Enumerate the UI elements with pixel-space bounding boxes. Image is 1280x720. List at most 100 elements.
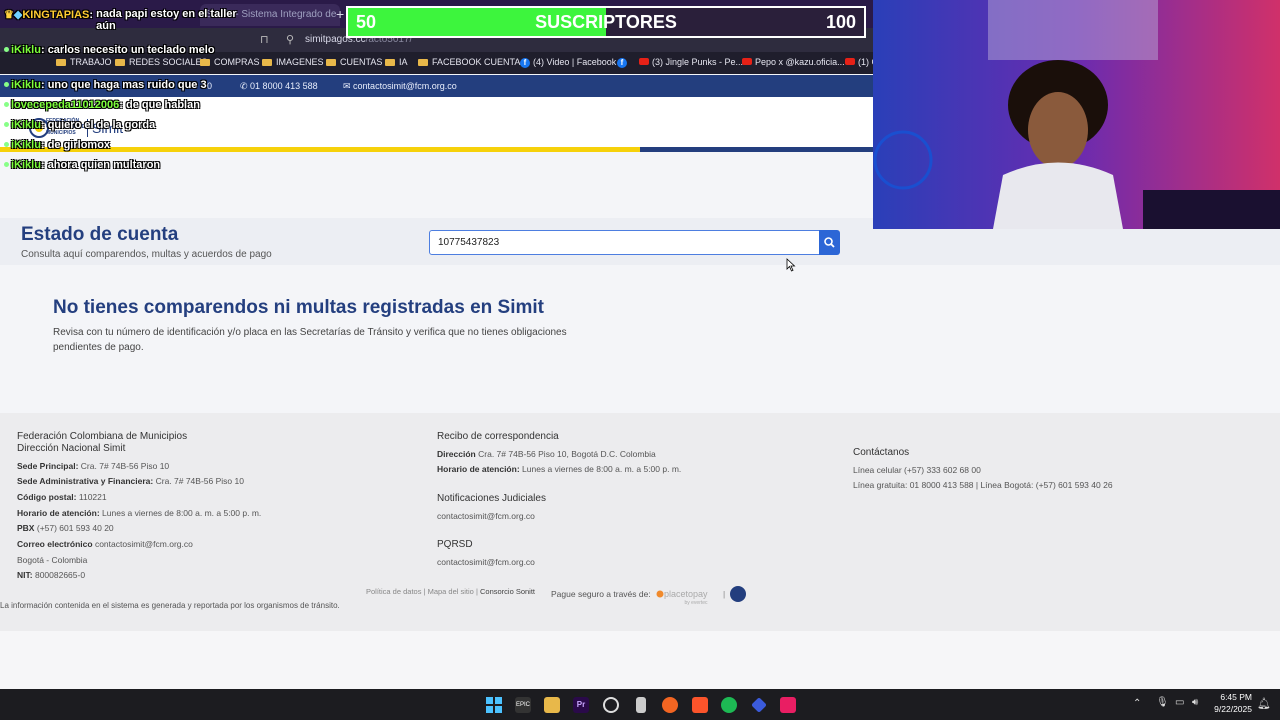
taskbar: EPIC Pr ⌃ 🎙︎ ▭ 🔊︎ 6:45 PM 9/22/2025 🔔︎ [0, 689, 1280, 720]
footer-org-title: Federación Colombiana de Municipios [17, 431, 188, 442]
subscriber-goal-label: SUSCRIPTORES [535, 12, 677, 32]
obs-icon[interactable] [603, 697, 619, 713]
subscriber-goal-max: 100 [825, 12, 856, 32]
folder-icon [326, 59, 336, 66]
crown-icon: ♛ [4, 9, 14, 21]
footer-notificaciones-email[interactable]: contactosimit@fcm.org.co [437, 511, 535, 521]
badge-icon [4, 122, 9, 127]
file-explorer-icon[interactable] [544, 697, 560, 713]
search-button[interactable] [819, 230, 840, 255]
webcam-overlay [873, 0, 1280, 229]
new-tab-icon[interactable]: + [336, 6, 344, 22]
email-link[interactable]: ✉ contactosimit@fcm.org.co [343, 81, 457, 92]
chat-message: iKiklu: ahora quien multaron [4, 159, 160, 171]
folder-icon [262, 59, 272, 66]
brave-browser-icon[interactable] [692, 697, 708, 713]
folder-icon [385, 59, 395, 66]
chat-message: iKiklu: uno que haga mas ruido que 3 [4, 79, 207, 91]
footer-pqrsd-email[interactable]: contactosimit@fcm.org.co [437, 557, 535, 567]
footer-linea-celular: Línea celular (+57) 333 602 68 00 [853, 465, 981, 475]
bookmark-jingle[interactable]: (3) Jingle Punks - Pe... [639, 57, 743, 67]
bookmark-cuentas[interactable]: CUENTAS [326, 57, 382, 67]
notification-bell-icon[interactable]: 🔔︎ [1257, 697, 1271, 710]
notepad-icon[interactable] [636, 697, 646, 713]
site-footer: Federación Colombiana de Municipios Dire… [0, 413, 1280, 631]
site-info-icon[interactable]: ⚲ [286, 33, 294, 46]
badge-icon [4, 162, 9, 167]
page-subtitle: Consulta aquí comparendos, multas y acue… [21, 249, 272, 260]
badge-icon [4, 142, 9, 147]
secure-badge-icon [730, 586, 746, 602]
app-diamond-icon[interactable] [751, 697, 767, 713]
volume-icon[interactable]: 🔊︎ [1192, 697, 1198, 708]
bookmark-facebook[interactable]: f [617, 57, 630, 68]
footer-horario: Horario de atención: Lunes a viernes de … [17, 508, 262, 518]
footer-pbx: PBX (+57) 601 593 40 20 [17, 523, 114, 533]
footer-direccion: Dirección Cra. 7# 74B-56 Piso 10, Bogotá… [437, 449, 656, 459]
folder-icon [200, 59, 210, 66]
folder-icon [56, 59, 66, 66]
subscriber-goal-current: 50 [356, 12, 377, 32]
search-input[interactable] [429, 230, 821, 255]
tiktok-icon[interactable] [780, 697, 796, 713]
network-icon[interactable]: ▭ [1175, 697, 1184, 708]
footer-notificaciones-title: Notificaciones Judiciales [437, 493, 546, 504]
folder-icon [115, 59, 125, 66]
link-politica-datos[interactable]: Política de datos [366, 587, 421, 596]
phone-link[interactable]: ✆ 01 8000 413 588 [240, 81, 318, 92]
placetopay-icon [656, 590, 664, 598]
bookmark-icon[interactable]: ⊓ [260, 33, 269, 46]
bookmark-imagenes[interactable]: IMAGENES [262, 57, 324, 67]
windows-start-icon[interactable] [486, 697, 502, 713]
footer-nit: NIT: 800082665-0 [17, 570, 86, 580]
bookmark-trabajo[interactable]: TRABAJO [56, 57, 112, 67]
subscriber-goal-bar: SUSCRIPTORES 50 100 [346, 6, 866, 38]
page-title: Estado de cuenta [21, 224, 179, 245]
footer-city: Bogotá - Colombia [17, 555, 88, 565]
footer-org-subtitle: Dirección Nacional Simit [17, 443, 126, 454]
footer-contactanos-title: Contáctanos [853, 447, 910, 458]
placetopay-logo[interactable]: placetopay by evertec [656, 584, 708, 606]
footer-sede-admin: Sede Administrativa y Financiera: Cra. 7… [17, 476, 244, 486]
header-stripe [0, 147, 873, 152]
result-message: Revisa con tu número de identificación y… [53, 327, 567, 353]
phone-icon: ✆ [240, 81, 251, 91]
search-icon [824, 237, 835, 248]
bookmark-fb-video[interactable]: f (4) Video | Facebook [520, 57, 616, 68]
footer-links: Política de datos | Mapa del sitio | Con… [366, 587, 536, 596]
footer-col2-horario: Horario de atención: Lunes a viernes de … [437, 464, 682, 474]
app-orange-icon[interactable] [662, 697, 678, 713]
mail-icon: ✉ [343, 81, 354, 91]
bookmark-ia[interactable]: IA [385, 57, 408, 67]
footer-codigo-postal: Código postal: 110221 [17, 492, 107, 502]
bookmark-compras[interactable]: COMPRAS [200, 57, 260, 67]
mouse-cursor-icon [786, 258, 796, 272]
link-mapa-sitio[interactable]: Mapa del sitio [428, 587, 474, 596]
badge-icon [4, 47, 9, 52]
bookmark-facebook-cuenta[interactable]: FACEBOOK CUENTA... [418, 57, 528, 67]
footer-pago-label: Pague seguro a través de: [551, 589, 651, 599]
premiere-icon[interactable]: Pr [573, 697, 589, 713]
footer-linea-gratuita: Línea gratuita: 01 8000 413 588 | Línea … [853, 480, 1113, 490]
footer-correo: Correo electrónico contactosimit@fcm.org… [17, 539, 193, 549]
link-consorcio[interactable]: Consorcio Sonitt [480, 587, 535, 596]
youtube-icon [639, 58, 649, 65]
clock-time[interactable]: 6:45 PM [1220, 692, 1252, 702]
microphone-icon[interactable]: 🎙︎ [1156, 697, 1169, 708]
chat-message: iKiklu: de girlomox [4, 139, 110, 151]
streamer-webcam-image [873, 0, 1280, 229]
badge-icon [4, 102, 9, 107]
chevron-up-icon[interactable]: ⌃ [1133, 698, 1141, 709]
bookmark-redes[interactable]: REDES SOCIALES [115, 57, 208, 67]
footer-disclaimer: La información contenida en el sistema e… [0, 601, 340, 610]
epic-games-icon[interactable]: EPIC [515, 697, 531, 713]
result-title: No tienes comparendos ni multas registra… [53, 297, 544, 318]
bookmark-pepo[interactable]: Pepo x @kazu.oficia... [742, 57, 845, 67]
chat-message: iKiklu: carlos necesito un teclado melo [4, 44, 228, 56]
spotify-icon[interactable] [721, 697, 737, 713]
chat-message: ♛◆KINGTAPIAS: nada papi estoy en el tall… [4, 8, 237, 32]
facebook-icon: f [520, 58, 530, 68]
clock-date[interactable]: 9/22/2025 [1207, 704, 1252, 714]
pago-separator: | [723, 589, 726, 599]
page-bottom [0, 631, 1280, 689]
